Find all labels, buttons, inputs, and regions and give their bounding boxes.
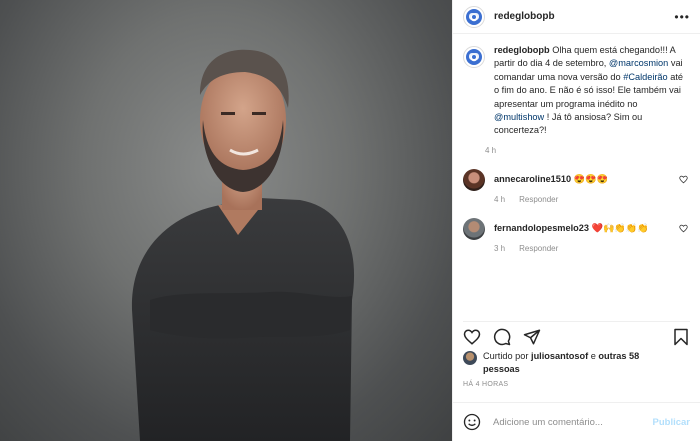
instagram-post: redeglobopb ••• redeglobopb Olha quem es… <box>0 0 700 441</box>
likes-middle: e <box>588 351 599 361</box>
add-comment-bar: Publicar <box>453 402 700 441</box>
hashtag-link[interactable]: #Caldeirão <box>623 72 667 82</box>
like-heart-icon[interactable] <box>463 328 481 346</box>
comment-time[interactable]: 3 h <box>494 244 505 253</box>
comment-item: fernandolopesmelo23 ❤️🙌👏👏👏 3 h Responder <box>463 217 690 253</box>
comment-text: 😍😍😍 <box>571 173 608 184</box>
header-username[interactable]: redeglobopb <box>494 11 555 22</box>
caption-avatar[interactable] <box>463 46 485 68</box>
caption-time[interactable]: 4 h <box>485 146 684 155</box>
commenter-avatar[interactable] <box>463 217 485 240</box>
caption-text: redeglobopb Olha quem está chegando!!! A… <box>494 44 684 138</box>
liker-username[interactable]: juliosantosof <box>531 351 588 361</box>
globo-logo-icon <box>466 49 482 65</box>
man-portrait-image <box>131 49 355 441</box>
commenter-avatar[interactable] <box>463 168 485 191</box>
likes-summary: Curtido por juliosantosof e outras 58 pe… <box>463 350 658 376</box>
account-avatar[interactable] <box>463 5 485 28</box>
globo-logo-icon <box>466 8 482 25</box>
commenter-username[interactable]: annecaroline1510 <box>494 174 571 184</box>
comment-item: annecaroline1510 😍😍😍 4 h Responder <box>463 168 690 204</box>
caption-username[interactable]: redeglobopb <box>494 45 550 55</box>
comments-area: redeglobopb Olha quem está chegando!!! A… <box>453 34 700 317</box>
share-icon[interactable] <box>523 328 541 346</box>
publish-button[interactable]: Publicar <box>653 417 691 428</box>
post-photo[interactable] <box>0 0 452 441</box>
heart-icon[interactable] <box>679 175 688 184</box>
heart-icon[interactable] <box>679 224 688 233</box>
commenter-username[interactable]: fernandolopesmelo23 <box>494 223 589 233</box>
comment-input[interactable] <box>493 416 643 428</box>
reply-button[interactable]: Responder <box>519 244 558 253</box>
liker-avatar[interactable] <box>463 351 477 365</box>
bookmark-icon[interactable] <box>672 328 690 346</box>
mention-link[interactable]: @marcosmion <box>609 58 668 68</box>
comment-text: ❤️🙌👏👏👏 <box>588 222 649 233</box>
post-timestamp[interactable]: HÁ 4 HORAS <box>463 381 508 388</box>
comment-icon[interactable] <box>493 328 511 346</box>
post-sidebar: redeglobopb ••• redeglobopb Olha quem es… <box>452 0 700 441</box>
reply-button[interactable]: Responder <box>519 195 558 204</box>
likes-prefix: Curtido por <box>483 351 532 361</box>
mention-link[interactable]: @multishow <box>494 112 544 122</box>
more-options-icon[interactable]: ••• <box>674 10 690 24</box>
caption: redeglobopb Olha quem está chegando!!! A… <box>463 44 690 155</box>
post-header: redeglobopb ••• <box>453 0 700 34</box>
comment-time[interactable]: 4 h <box>494 195 505 204</box>
emoji-icon[interactable] <box>463 413 481 431</box>
post-actions <box>463 321 690 347</box>
